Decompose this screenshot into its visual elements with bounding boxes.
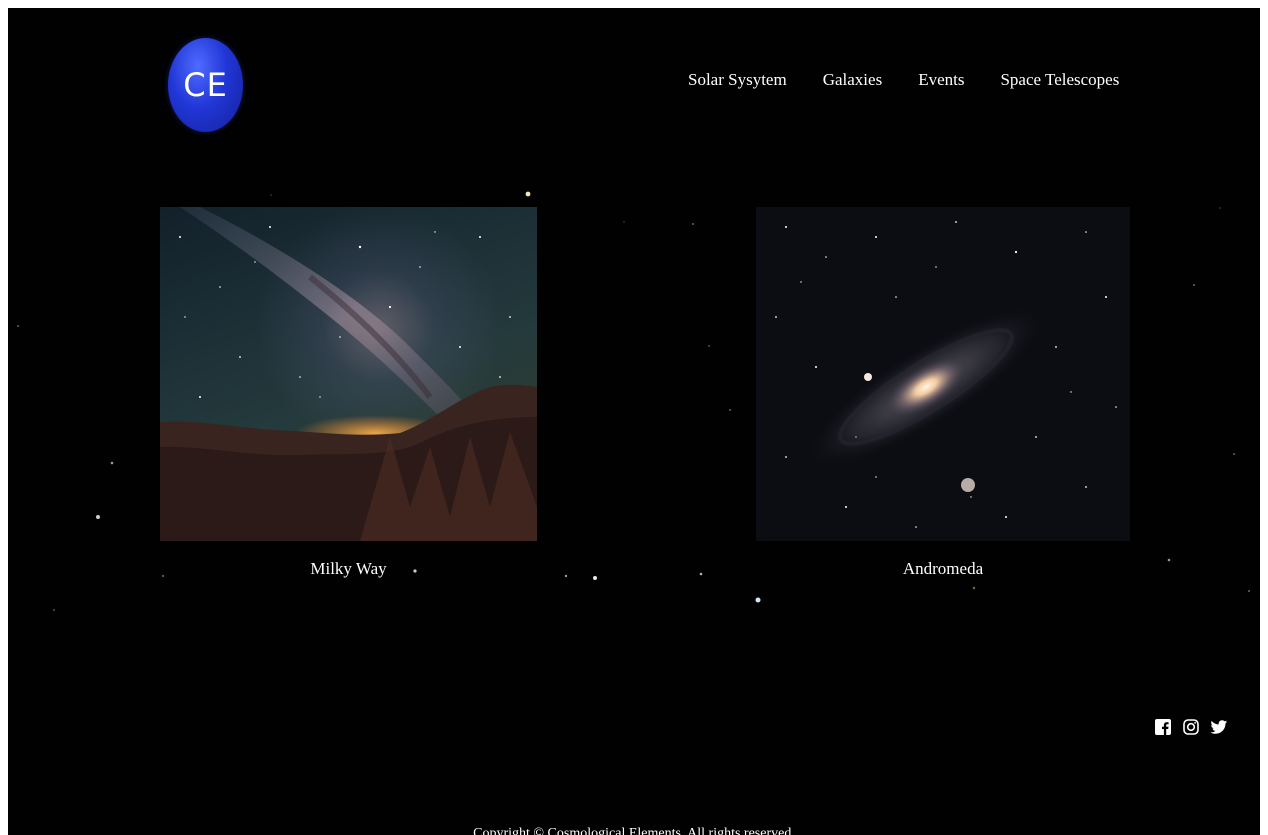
milky-way-illustration bbox=[160, 207, 537, 541]
andromeda-caption: Andromeda bbox=[902, 559, 984, 578]
milky-way-caption: Milky Way bbox=[310, 559, 387, 578]
nav-item-galaxies[interactable]: Galaxies bbox=[823, 70, 882, 90]
footer-copyright: Copyright © Cosmological Elements. All r… bbox=[473, 826, 795, 835]
twitter-icon[interactable] bbox=[1210, 718, 1228, 736]
facebook-icon[interactable] bbox=[1154, 718, 1172, 736]
milky-way-image[interactable] bbox=[160, 207, 537, 541]
nav-item-solar-system[interactable]: Solar Sysytem bbox=[688, 70, 787, 90]
andromeda-illustration bbox=[775, 221, 1117, 528]
social-links bbox=[1154, 718, 1228, 736]
instagram-icon[interactable] bbox=[1182, 718, 1200, 736]
logo[interactable]: CE bbox=[168, 38, 243, 132]
nav-item-events[interactable]: Events bbox=[918, 70, 964, 90]
nav-item-space-telescopes[interactable]: Space Telescopes bbox=[1000, 70, 1119, 90]
main-nav: Solar Sysytem Galaxies Events Space Tele… bbox=[688, 70, 1119, 90]
logo-text: CE bbox=[183, 66, 228, 104]
andromeda-image[interactable] bbox=[756, 207, 1130, 541]
page: CE Solar Sysytem Galaxies Events Space T… bbox=[8, 8, 1260, 835]
